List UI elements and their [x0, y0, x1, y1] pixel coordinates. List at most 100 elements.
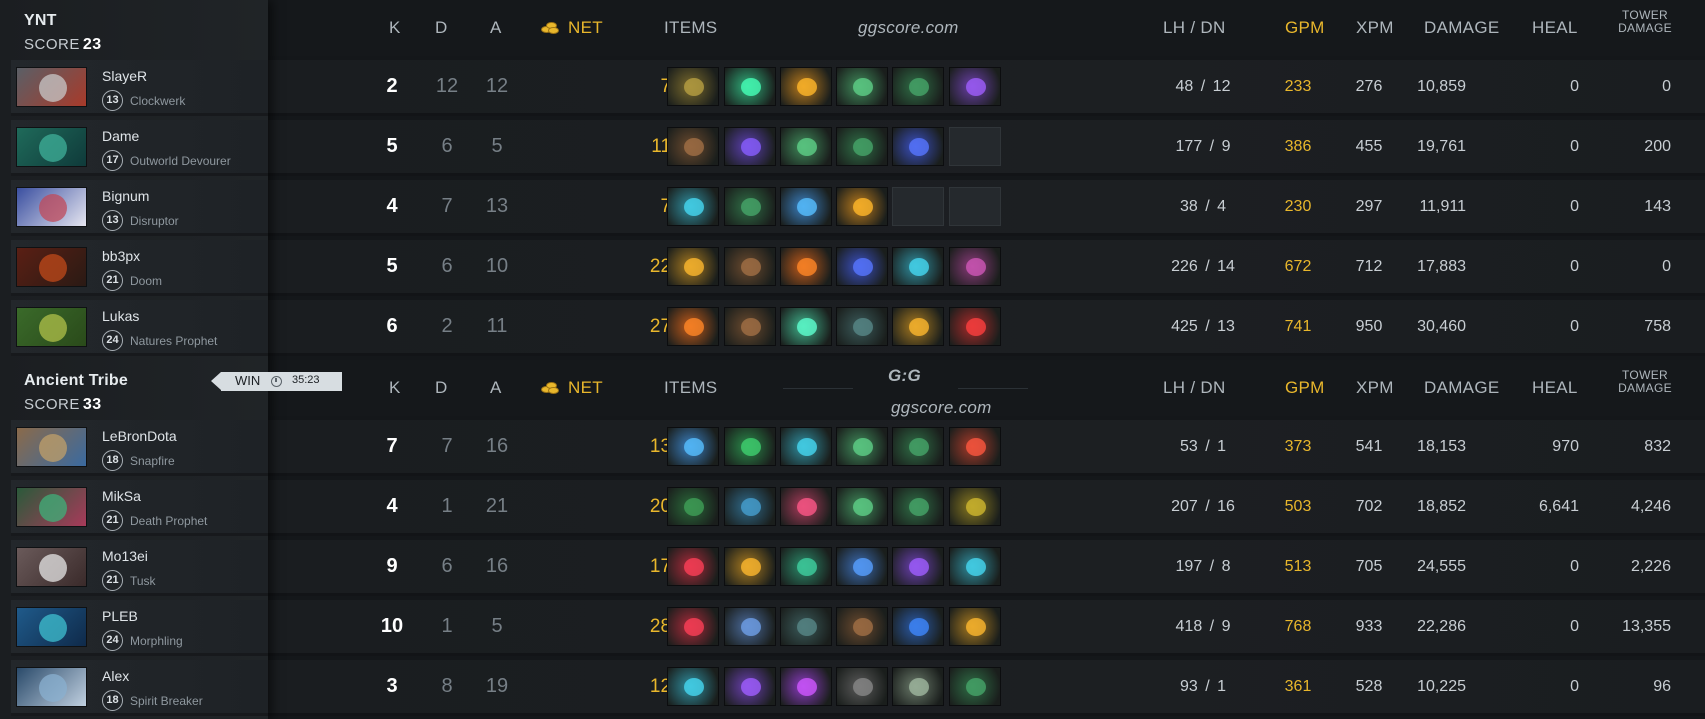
- item-icon[interactable]: [892, 247, 944, 286]
- col-header-deaths[interactable]: D: [435, 378, 448, 398]
- item-icon[interactable]: [836, 307, 888, 346]
- item-icon[interactable]: [667, 247, 719, 286]
- item-icon[interactable]: [949, 487, 1001, 526]
- col-header-deaths[interactable]: D: [435, 18, 448, 38]
- item-icon[interactable]: [724, 307, 776, 346]
- item-icon[interactable]: [836, 547, 888, 586]
- item-icon[interactable]: [836, 607, 888, 646]
- item-icon[interactable]: [667, 427, 719, 466]
- player-card[interactable]: Alex 18 Spirit Breaker: [11, 660, 268, 716]
- item-icon[interactable]: [667, 307, 719, 346]
- item-icon[interactable]: [724, 187, 776, 226]
- player-name[interactable]: LeBronDota: [102, 428, 177, 444]
- col-header-gpm[interactable]: GPM: [1285, 18, 1325, 38]
- item-icon[interactable]: [780, 547, 832, 586]
- item-icon[interactable]: [836, 187, 888, 226]
- col-header-gpm[interactable]: GPM: [1285, 378, 1325, 398]
- item-icon[interactable]: [949, 67, 1001, 106]
- item-icon[interactable]: [724, 127, 776, 166]
- col-header-damage[interactable]: DAMAGE: [1424, 18, 1499, 38]
- item-icon[interactable]: [780, 427, 832, 466]
- item-icon[interactable]: [724, 247, 776, 286]
- item-icon[interactable]: [667, 487, 719, 526]
- player-name[interactable]: Dame: [102, 128, 139, 144]
- player-name[interactable]: Alex: [102, 668, 129, 684]
- player-card[interactable]: MikSa 21 Death Prophet: [11, 480, 268, 536]
- col-header-kills[interactable]: K: [389, 18, 401, 38]
- item-icon[interactable]: [892, 427, 944, 466]
- player-card[interactable]: bb3px 21 Doom: [11, 240, 268, 296]
- item-icon[interactable]: [724, 427, 776, 466]
- item-icon[interactable]: [836, 487, 888, 526]
- item-icon[interactable]: [780, 187, 832, 226]
- item-icon[interactable]: [949, 247, 1001, 286]
- item-icon[interactable]: [892, 547, 944, 586]
- col-header-lh-dn[interactable]: LH / DN: [1163, 378, 1226, 398]
- item-icon[interactable]: [892, 67, 944, 106]
- player-name[interactable]: SlayeR: [102, 68, 147, 84]
- player-name[interactable]: bb3px: [102, 248, 140, 264]
- col-header-tower-damage[interactable]: TOWER DAMAGE: [1616, 9, 1674, 35]
- col-header-net[interactable]: NET: [568, 378, 603, 398]
- item-icon[interactable]: [667, 607, 719, 646]
- player-card[interactable]: Bignum 13 Disruptor: [11, 180, 268, 236]
- col-header-xpm[interactable]: XPM: [1356, 18, 1394, 38]
- item-icon[interactable]: [892, 607, 944, 646]
- col-header-assists[interactable]: A: [490, 378, 502, 398]
- item-icon[interactable]: [836, 67, 888, 106]
- item-icon[interactable]: [836, 427, 888, 466]
- col-header-tower-damage[interactable]: TOWER DAMAGE: [1616, 369, 1674, 395]
- col-header-damage[interactable]: DAMAGE: [1424, 378, 1499, 398]
- item-icon[interactable]: [780, 607, 832, 646]
- col-header-lh-dn[interactable]: LH / DN: [1163, 18, 1226, 38]
- player-card[interactable]: Mo13ei 21 Tusk: [11, 540, 268, 596]
- col-header-heal[interactable]: HEAL: [1532, 378, 1578, 398]
- item-icon[interactable]: [949, 427, 1001, 466]
- col-header-net[interactable]: NET: [568, 18, 603, 38]
- item-icon[interactable]: [949, 547, 1001, 586]
- item-icon[interactable]: [724, 547, 776, 586]
- player-card[interactable]: SlayeR 13 Clockwerk: [11, 60, 268, 116]
- item-icon[interactable]: [780, 127, 832, 166]
- deaths-value: 1: [441, 615, 453, 637]
- item-icon[interactable]: [836, 667, 888, 706]
- col-header-items[interactable]: ITEMS: [664, 18, 717, 38]
- item-icon[interactable]: [724, 67, 776, 106]
- item-icon[interactable]: [667, 547, 719, 586]
- item-icon[interactable]: [780, 247, 832, 286]
- player-name[interactable]: PLEB: [102, 608, 138, 624]
- player-name[interactable]: MikSa: [102, 488, 141, 504]
- player-card[interactable]: PLEB 24 Morphling: [11, 600, 268, 656]
- item-icon[interactable]: [667, 187, 719, 226]
- item-icon[interactable]: [724, 487, 776, 526]
- player-card[interactable]: Dame 17 Outworld Devourer: [11, 120, 268, 176]
- item-icon[interactable]: [780, 307, 832, 346]
- item-icon[interactable]: [949, 607, 1001, 646]
- item-icon[interactable]: [724, 607, 776, 646]
- item-icon[interactable]: [667, 127, 719, 166]
- col-header-heal[interactable]: HEAL: [1532, 18, 1578, 38]
- item-icon[interactable]: [949, 667, 1001, 706]
- item-icon[interactable]: [780, 67, 832, 106]
- item-icon[interactable]: [780, 487, 832, 526]
- player-name[interactable]: Mo13ei: [102, 548, 148, 564]
- player-name[interactable]: Bignum: [102, 188, 149, 204]
- item-icon[interactable]: [836, 127, 888, 166]
- item-icon[interactable]: [892, 667, 944, 706]
- item-icon[interactable]: [892, 487, 944, 526]
- item-icon[interactable]: [667, 667, 719, 706]
- col-header-assists[interactable]: A: [490, 18, 502, 38]
- col-header-items[interactable]: ITEMS: [664, 378, 717, 398]
- item-icon[interactable]: [892, 127, 944, 166]
- item-icon[interactable]: [780, 667, 832, 706]
- item-icon[interactable]: [836, 247, 888, 286]
- col-header-xpm[interactable]: XPM: [1356, 378, 1394, 398]
- item-icon[interactable]: [724, 667, 776, 706]
- player-name[interactable]: Lukas: [102, 308, 139, 324]
- player-card[interactable]: Lukas 24 Natures Prophet: [11, 300, 268, 356]
- item-icon[interactable]: [892, 307, 944, 346]
- col-header-kills[interactable]: K: [389, 378, 401, 398]
- player-card[interactable]: LeBronDota 18 Snapfire: [11, 420, 268, 476]
- item-icon[interactable]: [949, 307, 1001, 346]
- item-icon[interactable]: [667, 67, 719, 106]
